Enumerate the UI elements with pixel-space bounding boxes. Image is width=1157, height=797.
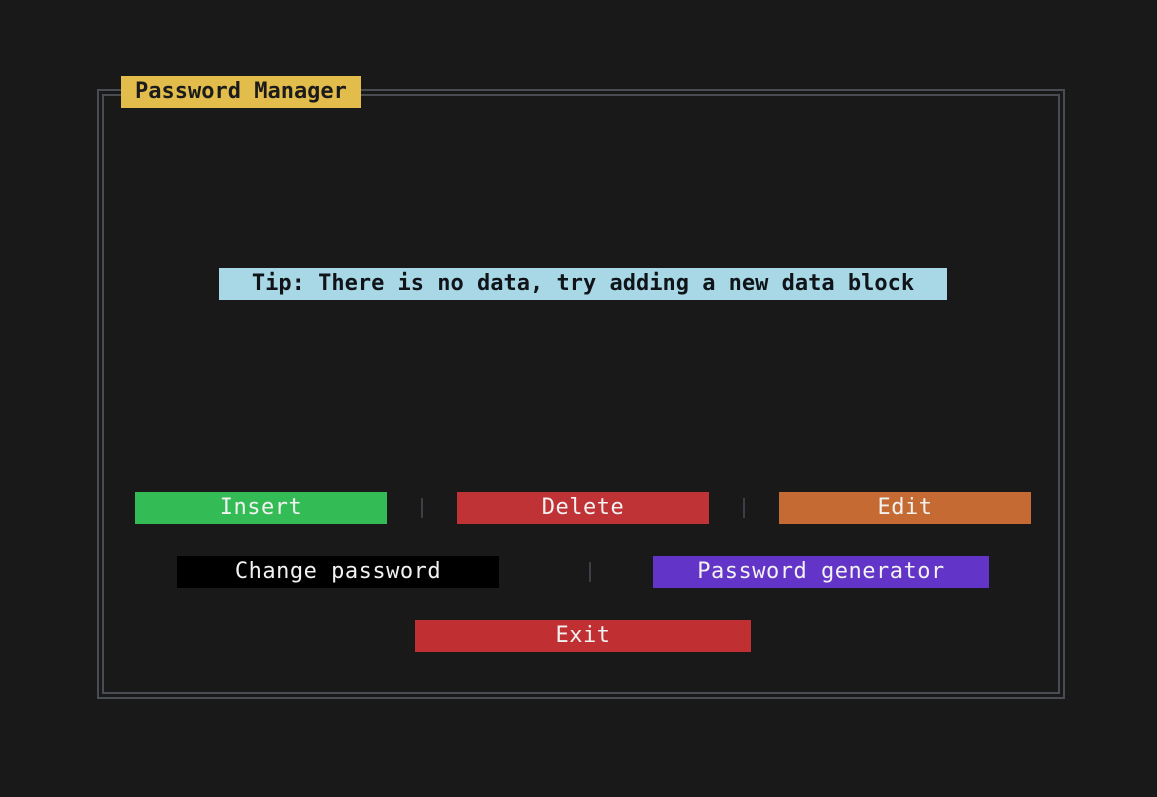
- button-separator: [589, 562, 591, 582]
- empty-state-tip: Tip: There is no data, try adding a new …: [219, 268, 947, 300]
- insert-button[interactable]: Insert: [135, 492, 387, 524]
- button-separator: [421, 498, 423, 518]
- delete-button[interactable]: Delete: [457, 492, 709, 524]
- exit-button[interactable]: Exit: [415, 620, 751, 652]
- edit-button[interactable]: Edit: [779, 492, 1031, 524]
- terminal-screen: Password Manager Tip: There is no data, …: [0, 0, 1157, 797]
- change-password-button[interactable]: Change password: [177, 556, 499, 588]
- window-frame-inner: [102, 94, 1060, 694]
- password-generator-button[interactable]: Password generator: [653, 556, 989, 588]
- window-title: Password Manager: [121, 76, 361, 108]
- button-separator: [743, 498, 745, 518]
